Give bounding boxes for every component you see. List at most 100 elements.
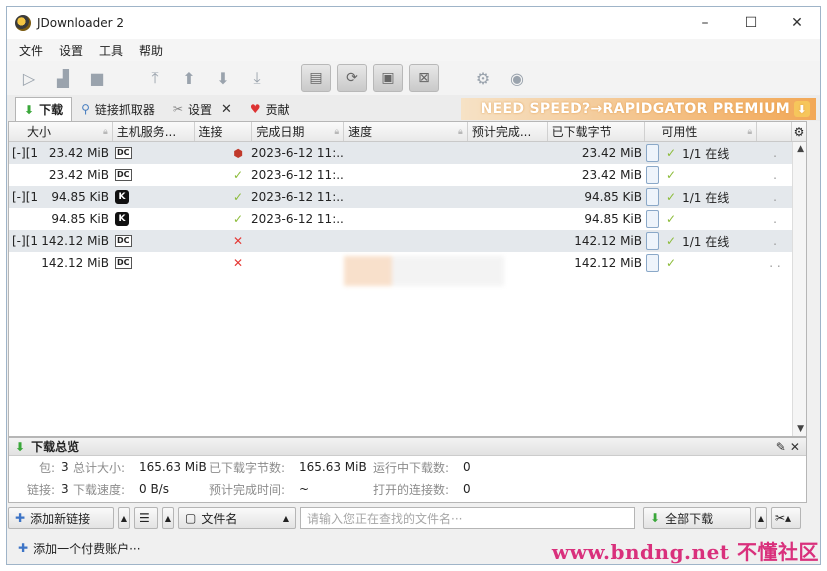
clipboard-icon[interactable]: ▤: [301, 64, 331, 92]
silent-mode-icon[interactable]: ⊠: [409, 64, 439, 92]
scroll-down-icon[interactable]: ▼: [797, 424, 804, 434]
package-row[interactable]: [-][1] 142.12 MiB DC ✕ 142.12 MiB ✓ 1/1 在线.: [9, 230, 806, 252]
overview-tools-icon[interactable]: ✎ ✕: [776, 440, 800, 454]
play-icon[interactable]: ▷: [15, 65, 43, 91]
toolbar: ▷ ▗▌ ■ ⤒ ⬆ ⬇ ⤓ ▤ ⟳ ▣ ⊠ ⚙ ◉: [7, 61, 820, 95]
column-settings-icon[interactable]: ⚙: [792, 122, 806, 141]
col-extra[interactable]: [757, 122, 793, 141]
tab-linkgrabber[interactable]: ⚲ 链接抓取器: [72, 97, 164, 121]
col-size[interactable]: 大小 🔒︎: [9, 122, 113, 141]
move-top-icon[interactable]: ⤒: [141, 65, 169, 91]
tab-download[interactable]: ⬇ 下载: [15, 97, 73, 121]
download-speed-value: 0 B/s: [139, 482, 169, 496]
delete-menu-button[interactable]: ☰: [134, 507, 158, 529]
availability-text: 1/1 在线: [682, 190, 730, 205]
progress-cell: [646, 144, 662, 162]
premium-banner[interactable]: NEED SPEED?→RAPIDGATOR PREMIUM ⬇: [461, 98, 816, 120]
extra-cell: . .: [769, 256, 781, 270]
col-eta[interactable]: 预计完成...: [468, 122, 548, 141]
download-all-dropdown[interactable]: ▲: [755, 507, 767, 529]
minimize-button[interactable]: –: [682, 7, 728, 39]
overview-row-2: 链接: 3 下载速度: 0 B/s 预计完成时间: ~ 打开的连接数: 0: [9, 478, 806, 500]
check-icon: ✓: [666, 256, 677, 270]
tree-toggle[interactable]: [-][1]: [9, 146, 37, 160]
size-cell: 23.42 MiB: [48, 146, 109, 160]
col-avail[interactable]: 可用性 🔒︎: [645, 122, 758, 141]
tab-settings[interactable]: ✂ 设置 ✕: [164, 97, 241, 121]
add-premium-account-link[interactable]: 添加一个付费账户···: [33, 540, 140, 557]
extra-cell: .: [773, 168, 777, 182]
col-loaded-label: 已下载字节: [551, 125, 612, 139]
delete-menu-dropdown[interactable]: ▲: [162, 507, 174, 529]
sort-field-select[interactable]: ▢ 文件名 ▲: [178, 507, 296, 529]
status-cell: ✓: [227, 168, 249, 182]
tools-button[interactable]: ✂▴: [771, 507, 801, 529]
move-down-icon[interactable]: ⬇: [209, 65, 237, 91]
progress-cell: [646, 232, 662, 250]
tree-toggle[interactable]: [-][1]: [9, 234, 37, 248]
lock-icon: 🔒︎: [747, 126, 753, 137]
col-size-label: 大小: [27, 125, 52, 139]
k2s-host-icon: K: [115, 190, 129, 204]
plus-icon: ✚: [15, 511, 26, 525]
scroll-up-icon[interactable]: ▲: [797, 144, 804, 154]
total-size-label: 总计大小:: [73, 460, 126, 475]
jdownloader-logo-icon: [15, 15, 31, 31]
maximize-button[interactable]: ☐: [728, 7, 774, 39]
status-cell: ⬢: [227, 147, 249, 160]
linkgrabber-icon: ⚲: [81, 102, 90, 116]
package-row[interactable]: [-][1] 23.42 MiB DC ⬢ 2023-6-12 11:... 23.42 …: [9, 142, 806, 164]
eta-label: 预计完成时间:: [209, 482, 286, 497]
premium-toggle-icon[interactable]: ▣: [373, 64, 403, 92]
premium-banner-text: NEED SPEED?→RAPIDGATOR PREMIUM: [480, 101, 790, 117]
availability-cell: ✓: [662, 212, 762, 226]
menu-help[interactable]: 帮助: [131, 42, 171, 59]
reconnect-icon[interactable]: ⟳: [337, 64, 367, 92]
chevron-up-icon: ▲: [282, 513, 289, 523]
col-speed[interactable]: 速度 🔒︎: [344, 122, 468, 141]
col-host[interactable]: 主机服务...: [113, 122, 195, 141]
move-bottom-icon[interactable]: ⤓: [243, 65, 271, 91]
host-cell: DC: [113, 169, 227, 181]
pause-icon[interactable]: ▗▌: [49, 65, 77, 91]
extra-cell: .: [773, 190, 777, 204]
col-loaded[interactable]: 已下载字节: [548, 122, 646, 141]
add-links-label: 添加新链接: [30, 511, 91, 526]
close-tab-icon[interactable]: ✕: [221, 102, 232, 117]
close-button[interactable]: ✕: [774, 7, 820, 39]
online-icon[interactable]: ◉: [503, 65, 531, 91]
progress-bar: [646, 188, 659, 206]
dc-host-icon: DC: [115, 169, 132, 181]
menu-settings[interactable]: 设置: [51, 42, 91, 59]
download-arrow-icon: ⬇: [650, 511, 661, 525]
update-icon[interactable]: ⚙: [469, 65, 497, 91]
status-bar: ✚ 添加一个付费账户···: [6, 538, 141, 558]
title-bar: JDownloader 2 – ☐ ✕: [7, 7, 820, 39]
connection-icon: ⬢: [233, 146, 243, 160]
file-row[interactable]: 94.85 KiB K ✓ 2023-6-12 11:... 94.85 KiB ✓.: [9, 208, 806, 230]
date-cell: 2023-6-12 11:...: [251, 146, 345, 160]
col-host-label: 主机服务...: [116, 125, 177, 139]
date-cell: 2023-6-12 11:...: [251, 212, 345, 226]
col-date-label: 完成日期: [256, 125, 305, 139]
move-up-icon[interactable]: ⬆: [175, 65, 203, 91]
stop-icon[interactable]: ■: [83, 65, 111, 91]
file-row[interactable]: 23.42 MiB DC ✓ 2023-6-12 11:... 23.42 MiB ✓.: [9, 164, 806, 186]
add-links-button[interactable]: ✚ 添加新链接: [8, 507, 114, 529]
extra-cell: .: [773, 234, 777, 248]
col-speed-label: 速度: [348, 125, 373, 139]
col-conn[interactable]: 连接: [195, 122, 253, 141]
col-date[interactable]: 完成日期 🔒︎: [252, 122, 345, 141]
menu-tools[interactable]: 工具: [91, 42, 131, 59]
packages-label: 包:: [38, 460, 55, 475]
tree-toggle[interactable]: [-][1]: [9, 190, 37, 204]
tab-contribute[interactable]: ♥ 贡献: [241, 97, 299, 121]
package-row[interactable]: [-][1] 94.85 KiB K ✓ 2023-6-12 11:... 94.85 K…: [9, 186, 806, 208]
download-all-button[interactable]: ⬇ 全部下载: [643, 507, 751, 529]
check-icon: ✓: [666, 168, 677, 182]
vertical-scrollbar[interactable]: ▲ ▼: [792, 142, 806, 436]
add-links-dropdown[interactable]: ▲: [118, 507, 130, 529]
menu-file[interactable]: 文件: [11, 42, 51, 59]
search-input[interactable]: 请输入您正在查找的文件名···: [300, 507, 635, 529]
tab-linkgrabber-label: 链接抓取器: [94, 102, 155, 117]
